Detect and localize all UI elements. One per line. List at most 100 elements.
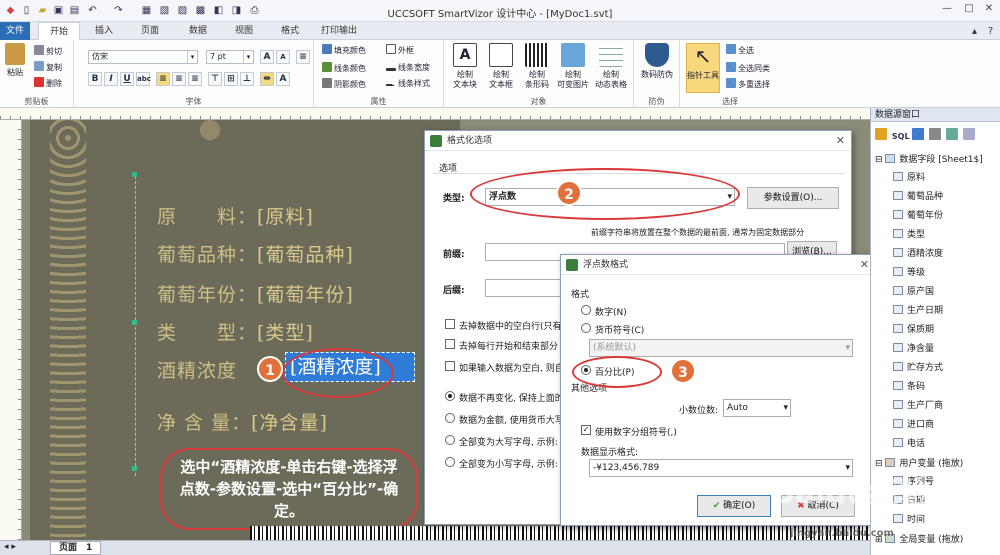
delete-button[interactable]: 删除 — [34, 77, 62, 89]
table-icon[interactable] — [963, 128, 976, 140]
multi-select-button[interactable]: 多重选择 — [726, 78, 770, 90]
page-tab[interactable]: 页面 1 — [50, 541, 102, 555]
copy-button[interactable]: 复制 — [34, 61, 62, 73]
line-color-label: 线条颜色 — [334, 64, 366, 73]
draw-text-box-button[interactable]: 绘制 文本框 — [484, 43, 518, 93]
close-icon[interactable]: ✕ — [860, 255, 869, 275]
label-row-grape-variety[interactable]: 葡萄品种：[葡萄品种] — [157, 240, 354, 267]
param-settings-button[interactable]: 参数设置(O)... — [747, 187, 839, 209]
label-design[interactable]: 原 料：[原料] 葡萄品种：[葡萄品种] 葡萄年份：[葡萄年份] 类 型：[类型… — [30, 120, 460, 540]
ribbon-collapse-icon[interactable]: ▴ — [968, 25, 981, 38]
tab-home[interactable]: 开始 — [38, 22, 80, 40]
font-name-combo[interactable]: 仿宋 ▾ — [88, 50, 198, 64]
frame-button[interactable]: 外框 — [386, 44, 414, 56]
label-row-vintage[interactable]: 葡萄年份：[葡萄年份] — [157, 280, 354, 307]
tab-insert[interactable]: 插入 — [88, 22, 120, 40]
check-blank-input[interactable] — [445, 361, 455, 371]
help-icon[interactable]: ? — [984, 25, 997, 38]
fill-color-button[interactable]: 填充颜色 — [322, 44, 366, 56]
draw-text-block-button[interactable]: A 绘制 文本块 — [448, 43, 482, 93]
tree-field[interactable]: 净含量 — [893, 341, 934, 354]
tab-view[interactable]: 视图 — [228, 22, 260, 40]
tree-field[interactable]: 贮存方式 — [893, 360, 943, 373]
align-top-button[interactable]: ⊤ — [208, 72, 222, 86]
tree-field[interactable]: 酒精浓度 — [893, 246, 943, 259]
label-row-net-content[interactable]: 净 含 量：[净含量] — [157, 408, 328, 435]
tree-field[interactable]: 条码 — [893, 379, 925, 392]
ok-button[interactable]: ✔ 确定(O) — [697, 495, 771, 517]
align-right-button[interactable]: ≡ — [188, 72, 202, 86]
line-color-button[interactable]: 线条颜色 — [322, 62, 366, 74]
close-icon[interactable]: ✕ — [836, 131, 845, 151]
label-row-alcohol[interactable]: 酒精浓度 — [157, 356, 237, 383]
suffix-input[interactable] — [485, 279, 565, 297]
tree-field[interactable]: 葡萄品种 — [893, 189, 943, 202]
tab-data[interactable]: 数据 — [182, 22, 214, 40]
tree-field[interactable]: 进口商 — [893, 417, 934, 430]
align-left-button[interactable]: ≡ — [156, 72, 170, 86]
sql-icon[interactable]: SQL — [892, 132, 910, 141]
select-same-button[interactable]: 全选同类 — [726, 62, 770, 74]
radio-currency-symbol[interactable] — [581, 323, 591, 333]
close-button[interactable]: ✕ — [982, 3, 996, 17]
underline-button[interactable]: U — [120, 72, 134, 86]
shadow-color-button[interactable]: 阴影颜色 — [322, 78, 366, 90]
cut-button[interactable]: 剪切 — [34, 45, 62, 57]
font-size-combo[interactable]: 7 pt ▾ — [206, 50, 254, 64]
digital-anti-fake-button[interactable]: 数码防伪 — [640, 43, 674, 93]
line-width-button[interactable]: 线条宽度 — [386, 62, 430, 74]
paste-button[interactable]: 粘贴 — [2, 43, 28, 93]
align-bottom-button[interactable]: ⊥ — [240, 72, 254, 86]
tab-page[interactable]: 页面 — [134, 22, 166, 40]
tree-field[interactable]: 电话 — [893, 436, 925, 449]
bullet-list-button[interactable]: ≡ — [296, 50, 310, 64]
check-trim-line-ends[interactable] — [445, 339, 455, 349]
tree-field[interactable]: 类型 — [893, 227, 925, 240]
check-trim-blank-lines[interactable] — [445, 319, 455, 329]
line-style-button[interactable]: 线条样式 — [386, 78, 430, 90]
tree-field[interactable]: 葡萄年份 — [893, 208, 943, 221]
strikethrough-button[interactable]: abc — [136, 72, 151, 86]
italic-button[interactable]: I — [104, 72, 118, 86]
draw-variable-image-button[interactable]: 绘制 可变图片 — [556, 43, 590, 93]
tab-format[interactable]: 格式 — [274, 22, 306, 40]
radio-currency[interactable] — [445, 413, 455, 423]
maximize-button[interactable]: □ — [962, 3, 976, 17]
tree-field[interactable]: 等级 — [893, 265, 925, 278]
tab-file[interactable]: 文件 — [0, 22, 30, 40]
tree-root-fields[interactable]: ⊟ 数据字段 [Sheet1$] — [875, 152, 983, 165]
radio-number[interactable] — [581, 305, 591, 315]
currency-select[interactable]: (系统默认) ▾ — [589, 339, 853, 357]
tree-field[interactable]: 原料 — [893, 170, 925, 183]
tab-print-output[interactable]: 打印输出 — [316, 22, 362, 40]
page-nav-icon[interactable]: ◂ ▸ — [4, 542, 16, 552]
grow-font-button[interactable]: A — [260, 50, 274, 64]
distribute-button[interactable]: ⇹ — [260, 72, 274, 86]
minimize-button[interactable]: — — [940, 3, 954, 17]
tree-field[interactable]: 原产国 — [893, 284, 934, 297]
decimals-select[interactable]: Auto ▾ — [723, 399, 791, 417]
select-all-button[interactable]: 全选 — [726, 44, 754, 56]
tree-field[interactable]: 生产日期 — [893, 303, 943, 316]
pointer-tool-button[interactable]: ↖ 指针工具 — [686, 43, 720, 93]
align-center-button[interactable]: ≡ — [172, 72, 186, 86]
radio-uppercase[interactable] — [445, 435, 455, 445]
label-row-type[interactable]: 类 型：[类型] — [157, 318, 314, 345]
filter-icon[interactable] — [912, 128, 925, 140]
shrink-font-button[interactable]: A — [276, 50, 290, 64]
draw-barcode-button[interactable]: 绘制 条形码 — [520, 43, 554, 93]
draw-dynamic-table-button[interactable]: 绘制 动态表格 — [594, 43, 628, 93]
tree-field[interactable]: 生产厂商 — [893, 398, 943, 411]
bold-button[interactable]: B — [88, 72, 102, 86]
check-group-symbol[interactable]: ✓ — [581, 425, 591, 435]
radio-keep-data[interactable] — [445, 391, 455, 401]
database-icon[interactable] — [875, 128, 887, 140]
font-color-button[interactable]: A — [276, 72, 290, 86]
align-middle-button[interactable]: ⊞ — [224, 72, 238, 86]
radio-lowercase[interactable] — [445, 457, 455, 467]
label-row-material[interactable]: 原 料：[原料] — [157, 202, 314, 229]
tree-field[interactable]: 保质期 — [893, 322, 934, 335]
add-field-icon[interactable] — [946, 128, 959, 140]
tree-user-var[interactable]: 时间 — [893, 512, 925, 525]
refresh-icon[interactable] — [929, 128, 942, 140]
